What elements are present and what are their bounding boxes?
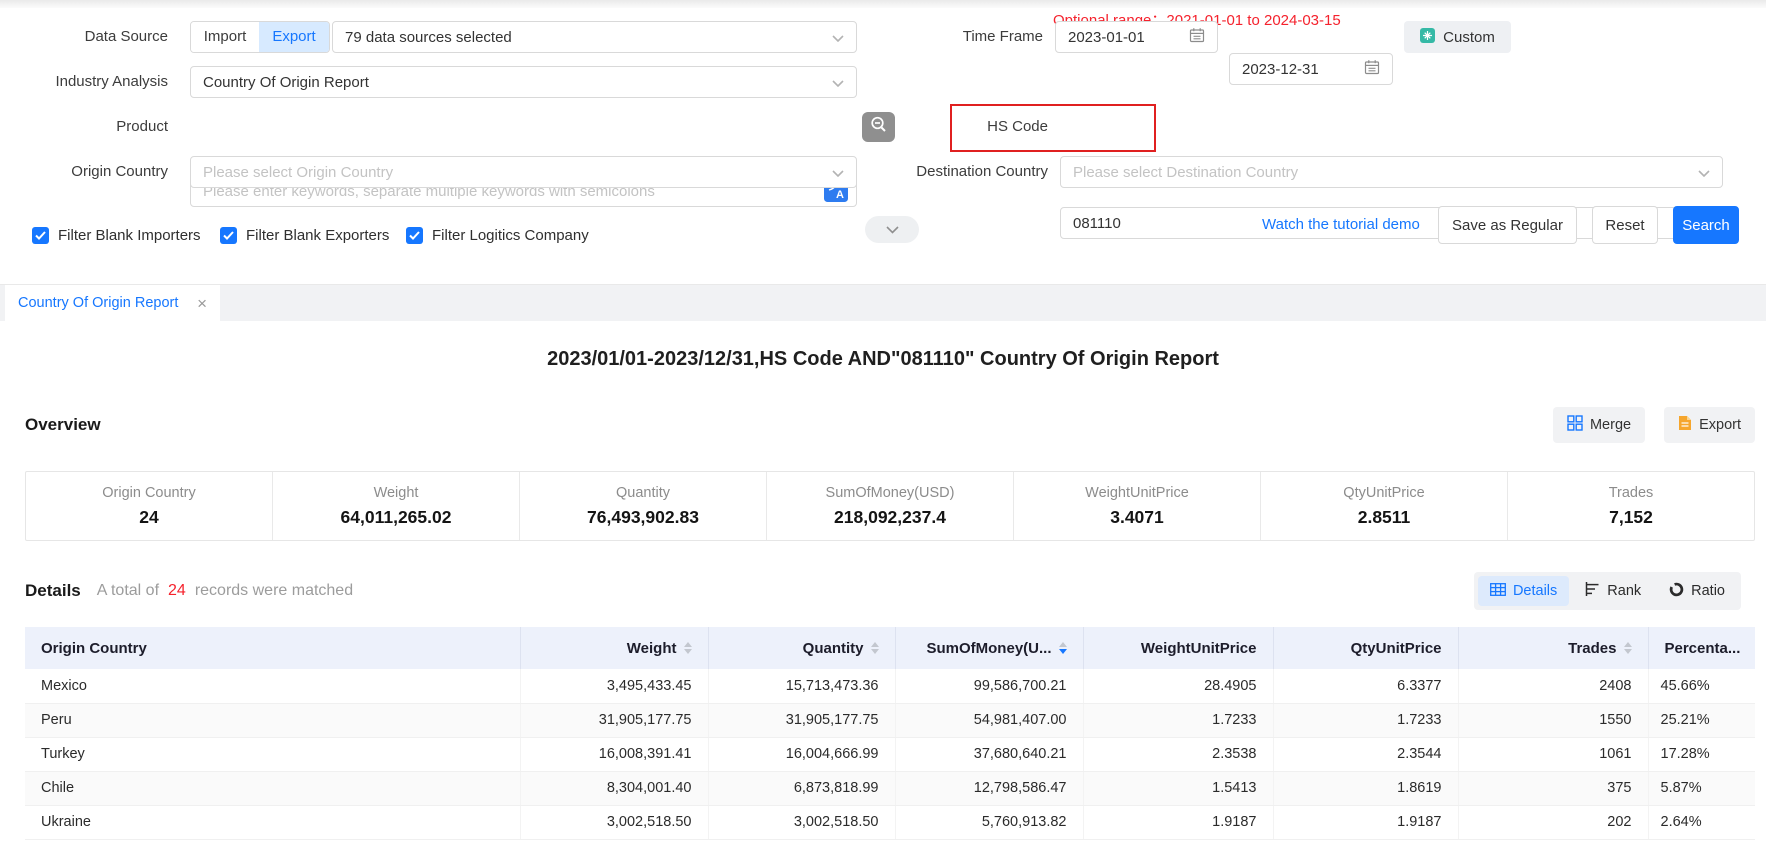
chevron-down-icon <box>832 74 844 91</box>
calendar-icon <box>1364 59 1380 80</box>
records-count: 24 <box>168 582 186 600</box>
sort-carets-icon <box>1624 642 1632 654</box>
export-button[interactable]: Export <box>1664 407 1755 443</box>
time-frame-label: Time Frame <box>875 21 1043 53</box>
save-as-regular-button[interactable]: Save as Regular <box>1438 206 1577 244</box>
data-sources-value: 79 data sources selected <box>345 29 512 46</box>
chevron-down-icon <box>1698 164 1710 181</box>
table-row[interactable]: Peru 31,905,177.75 31,905,177.75 54,981,… <box>25 703 1755 737</box>
table-header-row: Origin Country Weight Quantity SumOfMone… <box>25 627 1755 669</box>
view-switch: Details Rank Ratio <box>1474 572 1741 610</box>
column-header-trades[interactable]: Trades <box>1458 627 1648 669</box>
product-label: Product <box>0 111 168 143</box>
table-row[interactable]: Turkey 16,008,391.41 16,004,666.99 37,68… <box>25 737 1755 771</box>
chevron-down-icon <box>832 164 844 181</box>
merge-icon <box>1567 415 1583 435</box>
records-summary: A total of 24 records were matched <box>97 582 353 600</box>
stat-quantity: Quantity 76,493,902.83 <box>519 472 766 540</box>
details-heading: Details <box>25 581 81 601</box>
origin-country-placeholder: Please select Origin Country <box>203 164 393 181</box>
column-header-weight-unit-price: WeightUnitPrice <box>1083 627 1273 669</box>
report-content: 2023/01/01-2023/12/31,HS Code AND"081110… <box>0 348 1766 840</box>
end-date-field[interactable] <box>1229 53 1393 85</box>
destination-country-placeholder: Please select Destination Country <box>1073 164 1298 181</box>
origin-country-select[interactable]: Please select Origin Country <box>190 156 857 188</box>
export-file-icon <box>1678 415 1692 435</box>
checkbox-filter-blank-importers[interactable]: Filter Blank Importers <box>32 222 201 248</box>
export-tab[interactable]: Export <box>259 22 329 52</box>
checkbox-checked-icon <box>406 227 423 244</box>
chevron-down-icon <box>886 221 899 239</box>
rank-bars-icon <box>1585 582 1600 600</box>
hs-code-label: HS Code <box>880 111 1048 143</box>
view-details-button[interactable]: Details <box>1478 576 1569 606</box>
start-date-input[interactable] <box>1068 22 1189 52</box>
close-icon[interactable]: × <box>197 295 207 312</box>
data-source-toggle: Import Export <box>190 21 330 53</box>
import-tab[interactable]: Import <box>191 22 259 52</box>
column-header-weight[interactable]: Weight <box>520 627 708 669</box>
sort-carets-icon-active-desc <box>1059 642 1067 654</box>
chevron-down-icon <box>832 29 844 46</box>
industry-analysis-value: Country Of Origin Report <box>203 74 369 91</box>
start-date-field[interactable] <box>1055 21 1218 53</box>
stat-weight-unit-price: WeightUnitPrice 3.4071 <box>1013 472 1260 540</box>
data-source-label: Data Source <box>0 21 168 53</box>
table-icon <box>1490 583 1506 600</box>
checkbox-checked-icon <box>220 227 237 244</box>
destination-country-label: Destination Country <box>880 156 1048 188</box>
table-row[interactable]: Chile 8,304,001.40 6,873,818.99 12,798,5… <box>25 771 1755 805</box>
view-rank-button[interactable]: Rank <box>1573 576 1653 606</box>
pie-chart-icon <box>1669 582 1684 601</box>
stat-sum-of-money: SumOfMoney(USD) 218,092,237.4 <box>766 472 1013 540</box>
tutorial-link[interactable]: Watch the tutorial demo <box>1262 206 1420 244</box>
sort-carets-icon <box>684 642 692 654</box>
tab-bar: Country Of Origin Report × <box>0 284 1766 321</box>
origin-country-label: Origin Country <box>0 156 168 188</box>
column-header-percentage: Percenta... <box>1648 627 1755 669</box>
checkbox-filter-logitics-company[interactable]: Filter Logitics Company <box>406 222 589 248</box>
collapse-filters-button[interactable] <box>865 216 919 243</box>
custom-range-button[interactable]: Custom <box>1404 21 1511 53</box>
column-header-quantity[interactable]: Quantity <box>708 627 895 669</box>
overview-heading: Overview <box>25 415 101 435</box>
industry-analysis-select[interactable]: Country Of Origin Report <box>190 66 857 98</box>
column-header-origin-country: Origin Country <box>25 627 520 669</box>
filter-panel: Optional range：2021-01-01 to 2024-03-15 … <box>0 8 1766 284</box>
details-table: Origin Country Weight Quantity SumOfMone… <box>25 627 1755 840</box>
column-header-sum-of-money[interactable]: SumOfMoney(U... <box>895 627 1083 669</box>
stat-origin-country: Origin Country 24 <box>26 472 272 540</box>
column-header-qty-unit-price: QtyUnitPrice <box>1273 627 1458 669</box>
svg-text:A: A <box>836 189 844 201</box>
custom-icon <box>1420 28 1435 47</box>
sort-carets-icon <box>871 642 879 654</box>
end-date-input[interactable] <box>1242 54 1364 84</box>
top-strip <box>0 0 1766 8</box>
search-button[interactable]: Search <box>1673 206 1739 244</box>
reset-button[interactable]: Reset <box>1592 206 1658 244</box>
checkbox-checked-icon <box>32 227 49 244</box>
table-row[interactable]: Ukraine 3,002,518.50 3,002,518.50 5,760,… <box>25 805 1755 839</box>
stat-qty-unit-price: QtyUnitPrice 2.8511 <box>1260 472 1507 540</box>
table-row[interactable]: Mexico 3,495,433.45 15,713,473.36 99,586… <box>25 669 1755 703</box>
calendar-icon <box>1189 27 1205 48</box>
checkbox-filter-blank-exporters[interactable]: Filter Blank Exporters <box>220 222 389 248</box>
stat-trades: Trades 7,152 <box>1507 472 1754 540</box>
overview-stats: Origin Country 24 Weight 64,011,265.02 Q… <box>25 471 1755 541</box>
merge-button[interactable]: Merge <box>1553 407 1645 443</box>
tab-country-of-origin-report[interactable]: Country Of Origin Report × <box>5 285 220 321</box>
destination-country-select[interactable]: Please select Destination Country <box>1060 156 1723 188</box>
view-ratio-button[interactable]: Ratio <box>1657 576 1737 606</box>
report-title: 2023/01/01-2023/12/31,HS Code AND"081110… <box>0 348 1766 371</box>
data-sources-select[interactable]: 79 data sources selected <box>332 21 857 53</box>
industry-analysis-label: Industry Analysis <box>0 66 168 98</box>
trade-data-app: Optional range：2021-01-01 to 2024-03-15 … <box>0 0 1766 845</box>
stat-weight: Weight 64,011,265.02 <box>272 472 519 540</box>
